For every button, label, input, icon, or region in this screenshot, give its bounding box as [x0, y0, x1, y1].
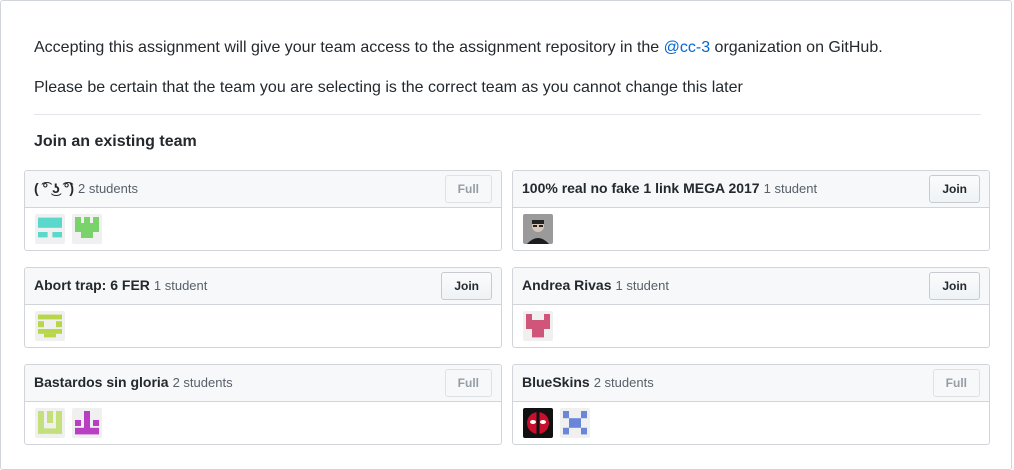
- team-card: ( ͡° ͜ʖ ͡°) 2 students Full: [24, 170, 502, 251]
- team-card: Bastardos sin gloria 2 students Full: [24, 364, 502, 445]
- team-avatars: [513, 208, 989, 250]
- org-link[interactable]: @cc-3: [664, 39, 710, 56]
- identicon-avatar[interactable]: [35, 311, 65, 341]
- join-button[interactable]: Join: [929, 175, 980, 203]
- team-avatars: [25, 402, 501, 444]
- access-notice: Accepting this assignment will give your…: [34, 38, 883, 58]
- team-card: 100% real no fake 1 link MEGA 2017 1 stud…: [512, 170, 990, 251]
- team-card: Andrea Rivas 1 student Join: [512, 267, 990, 348]
- identicon-avatar[interactable]: [72, 408, 102, 438]
- access-notice-text: Accepting this assignment will give your…: [34, 39, 664, 56]
- team-card: BlueSkins 2 students Full: [512, 364, 990, 445]
- team-name: 100% real no fake 1 link MEGA 2017: [522, 180, 760, 196]
- team-avatars: [25, 208, 501, 250]
- team-member-count: 1 student: [615, 278, 669, 293]
- team-member-count: 1 student: [763, 181, 818, 196]
- team-card-header: 100% real no fake 1 link MEGA 2017 1 stud…: [513, 171, 989, 208]
- team-avatars: [25, 305, 501, 347]
- team-card: Abort trap: 6 FER 1 student Join: [24, 267, 502, 348]
- team-member-count: 2 students: [172, 375, 233, 390]
- team-card-header: Andrea Rivas 1 student Join: [513, 268, 989, 305]
- section-title: Join an existing team: [34, 133, 197, 150]
- full-button[interactable]: Full: [932, 369, 980, 397]
- intro-text: Accepting this assignment will give your…: [34, 38, 883, 118]
- deadpool-avatar[interactable]: [523, 408, 553, 438]
- identicon-avatar[interactable]: [560, 408, 590, 438]
- team-title: 100% real no fake 1 link MEGA 2017 1 stud…: [522, 180, 817, 198]
- full-button[interactable]: Full: [444, 369, 492, 397]
- join-button[interactable]: Join: [441, 272, 492, 300]
- team-title: BlueSkins 2 students: [522, 374, 654, 392]
- team-avatars: [513, 402, 989, 444]
- full-button[interactable]: Full: [444, 175, 492, 203]
- team-name: ( ͡° ͜ʖ ͡°): [34, 180, 74, 196]
- team-name: Bastardos sin gloria: [34, 374, 169, 390]
- team-title: Abort trap: 6 FER 1 student: [34, 277, 207, 295]
- user-photo-avatar[interactable]: [523, 214, 553, 244]
- assignment-panel: Accepting this assignment will give your…: [0, 0, 1012, 470]
- team-member-count: 1 student: [153, 278, 208, 293]
- team-avatars: [513, 305, 989, 347]
- warning-notice: Please be certain that the team you are …: [34, 79, 743, 96]
- identicon-avatar[interactable]: [523, 311, 553, 341]
- team-member-count: 2 students: [593, 375, 654, 390]
- team-title: Bastardos sin gloria 2 students: [34, 374, 233, 392]
- team-name: Andrea Rivas: [522, 277, 612, 293]
- access-notice-text-end: organization on GitHub.: [710, 39, 883, 56]
- team-card-header: BlueSkins 2 students Full: [513, 365, 989, 402]
- team-member-count: 2 students: [77, 181, 138, 196]
- team-card-header: Bastardos sin gloria 2 students Full: [25, 365, 501, 402]
- divider: [34, 114, 981, 115]
- team-title: ( ͡° ͜ʖ ͡°) 2 students: [34, 180, 138, 198]
- join-button[interactable]: Join: [929, 272, 980, 300]
- identicon-avatar[interactable]: [72, 214, 102, 244]
- identicon-avatar[interactable]: [35, 214, 65, 244]
- identicon-avatar[interactable]: [35, 408, 65, 438]
- team-title: Andrea Rivas 1 student: [522, 277, 669, 295]
- team-card-header: Abort trap: 6 FER 1 student Join: [25, 268, 501, 305]
- team-name: BlueSkins: [522, 374, 590, 390]
- team-card-header: ( ͡° ͜ʖ ͡°) 2 students Full: [25, 171, 501, 208]
- team-name: Abort trap: 6 FER: [34, 277, 150, 293]
